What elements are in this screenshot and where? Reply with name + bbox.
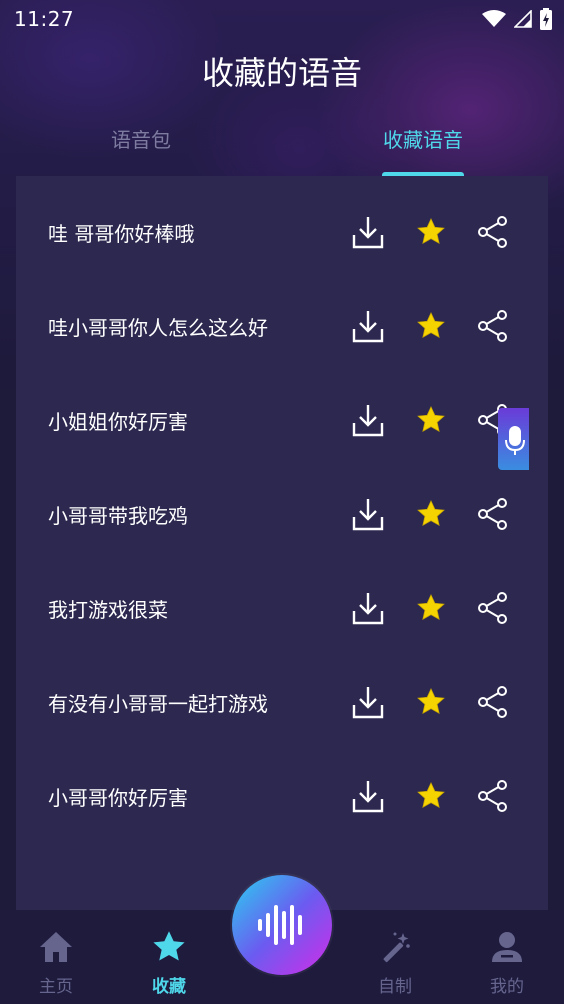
status-icons (482, 8, 552, 30)
share-button[interactable] (473, 776, 513, 816)
share-icon (478, 310, 507, 342)
share-icon (478, 216, 507, 248)
list-item[interactable]: 哇小哥哥你人怎么这么好 (16, 279, 548, 373)
star-icon (417, 311, 445, 338)
microphone-icon (504, 426, 525, 455)
download-icon (352, 499, 384, 531)
nav-custom-label: 自制 (378, 977, 412, 997)
nav-home[interactable]: 主页 (16, 928, 96, 997)
download-button[interactable] (348, 306, 388, 346)
share-icon (478, 592, 507, 624)
floating-mic-button[interactable] (498, 408, 529, 470)
download-button[interactable] (348, 494, 388, 534)
download-button[interactable] (348, 212, 388, 252)
record-voice-button[interactable] (232, 875, 332, 975)
download-icon (352, 217, 384, 249)
list-item[interactable]: 小哥哥你好厉害 (16, 749, 548, 843)
download-icon (352, 405, 384, 437)
download-icon (352, 311, 384, 343)
magic-wand-icon (383, 932, 410, 963)
star-icon (417, 499, 445, 526)
voice-label: 哇小哥哥你人怎么这么好 (48, 315, 268, 340)
tab-favorite-voices[interactable]: 收藏语音 (323, 120, 523, 160)
favorites-list: 哇 哥哥你好棒哦哇小哥哥你人怎么这么好 小姐姐你好厉害 小哥哥带我吃鸡 我打游戏很菜有… (16, 176, 548, 910)
download-button[interactable] (348, 588, 388, 628)
voice-label: 小哥哥你好厉害 (48, 785, 188, 810)
nav-mine-label: 我的 (490, 977, 524, 997)
user-icon (492, 932, 522, 962)
share-button[interactable] (473, 588, 513, 628)
nav-mine[interactable]: 我的 (467, 928, 547, 997)
favorite-star-button[interactable] (411, 400, 451, 440)
download-icon (352, 593, 384, 625)
share-button[interactable] (473, 682, 513, 722)
voice-label: 小哥哥带我吃鸡 (48, 503, 188, 528)
sound-wave-icon (258, 905, 302, 945)
status-time: 11:27 (14, 7, 75, 31)
status-bar: 11:27 (0, 0, 564, 38)
nav-favorites[interactable]: 收藏 (129, 928, 209, 997)
share-button[interactable] (473, 306, 513, 346)
list-item[interactable]: 小哥哥带我吃鸡 (16, 467, 548, 561)
share-button[interactable] (473, 212, 513, 252)
share-icon (478, 780, 507, 812)
share-icon (478, 498, 507, 530)
favorite-star-button[interactable] (411, 776, 451, 816)
share-icon (478, 686, 507, 718)
voice-label: 我打游戏很菜 (48, 597, 168, 622)
star-icon (153, 931, 185, 961)
star-icon (417, 593, 445, 620)
list-item[interactable]: 我打游戏很菜 (16, 561, 548, 655)
share-button[interactable] (473, 494, 513, 534)
favorite-star-button[interactable] (411, 212, 451, 252)
favorite-star-button[interactable] (411, 682, 451, 722)
download-button[interactable] (348, 776, 388, 816)
favorite-star-button[interactable] (411, 494, 451, 534)
list-item[interactable]: 哇 哥哥你好棒哦 (16, 185, 548, 279)
voice-label: 小姐姐你好厉害 (48, 409, 188, 434)
nav-favorites-label: 收藏 (152, 977, 186, 997)
favorite-star-button[interactable] (411, 588, 451, 628)
page-title: 收藏的语音 (201, 54, 362, 92)
list-item[interactable]: 小姐姐你好厉害 (16, 373, 548, 467)
nav-home-label: 主页 (39, 977, 73, 997)
home-icon (40, 932, 72, 962)
star-icon (417, 405, 445, 432)
list-item[interactable]: 有没有小哥哥一起打游戏 (16, 655, 548, 749)
download-icon (352, 687, 384, 719)
voice-label: 有没有小哥哥一起打游戏 (48, 691, 268, 716)
download-icon (352, 781, 384, 813)
wifi-icon (482, 10, 506, 27)
download-button[interactable] (348, 682, 388, 722)
favorite-star-button[interactable] (411, 306, 451, 346)
signal-icon (514, 10, 532, 28)
star-icon (417, 781, 445, 808)
voice-label: 哇 哥哥你好棒哦 (48, 221, 195, 246)
download-button[interactable] (348, 400, 388, 440)
battery-charging-icon (540, 8, 552, 30)
nav-custom[interactable]: 自制 (355, 928, 435, 997)
star-icon (417, 217, 445, 244)
tab-bar: 语音包 收藏语音 (0, 120, 564, 178)
star-icon (417, 687, 445, 714)
tab-voice-pack[interactable]: 语音包 (41, 120, 241, 160)
